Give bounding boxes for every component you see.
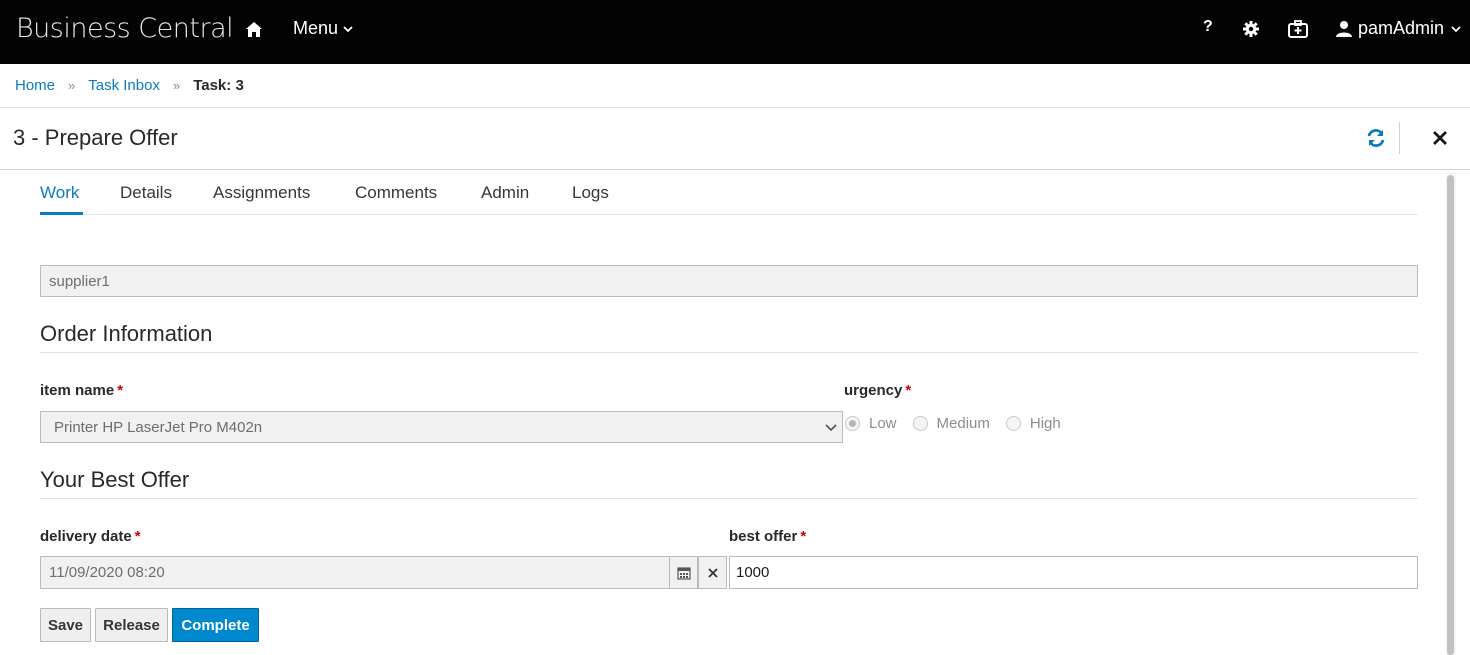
breadcrumb-current: Task: 3 [193, 77, 244, 94]
task-tabs: Work Details Assignments Comments Admin … [40, 170, 1418, 215]
urgency-option-label: High [1029, 415, 1061, 432]
urgency-option-label: Low [869, 415, 897, 432]
section-divider [40, 498, 1418, 499]
tab-admin[interactable]: Admin [481, 183, 529, 203]
urgency-option-high[interactable]: High [1005, 415, 1061, 432]
chevron-down-icon [1451, 25, 1461, 32]
delivery-date-label: delivery date * [40, 528, 141, 545]
help-icon[interactable]: ? [1203, 18, 1213, 36]
best-offer-label-text: best offer [729, 528, 798, 545]
complete-button[interactable]: Complete [172, 608, 259, 642]
required-marker: * [117, 382, 124, 399]
best-offer-input[interactable]: 1000 [729, 556, 1418, 589]
close-icon[interactable] [1429, 127, 1451, 149]
tab-work[interactable]: Work [40, 183, 79, 203]
required-marker: * [800, 528, 807, 545]
breadcrumb-separator-icon: » [172, 78, 181, 93]
urgency-radio-group: Low Medium High [845, 415, 1077, 432]
breadcrumb: Home » Task Inbox » Task: 3 [0, 64, 1470, 108]
urgency-option-medium[interactable]: Medium [912, 415, 990, 432]
brand-logo[interactable]: Business Central [16, 13, 234, 44]
active-tab-indicator [40, 212, 83, 215]
item-name-label-text: item name [40, 382, 115, 399]
best-offer-heading: Your Best Offer [40, 467, 190, 492]
chevron-down-icon [825, 424, 837, 432]
save-button[interactable]: Save [40, 608, 91, 642]
chevron-down-icon [343, 25, 353, 32]
refresh-icon[interactable] [1365, 127, 1387, 149]
breadcrumb-home[interactable]: Home [15, 77, 55, 94]
user-icon [1336, 20, 1352, 37]
clear-date-icon[interactable] [698, 556, 727, 589]
gear-icon[interactable] [1242, 20, 1260, 38]
urgency-option-low[interactable]: Low [845, 415, 897, 432]
delivery-date-input[interactable]: 11/09/2020 08:20 [40, 556, 670, 589]
radio-button[interactable] [1005, 416, 1021, 431]
best-offer-label: best offer * [729, 528, 806, 545]
tab-assignments[interactable]: Assignments [213, 183, 310, 203]
user-menu[interactable]: pamAdmin [1336, 18, 1462, 39]
home-icon[interactable] [244, 20, 264, 40]
urgency-option-label: Medium [936, 415, 990, 432]
menu-label: Menu [293, 18, 339, 38]
tab-details[interactable]: Details [120, 183, 172, 203]
tab-logs[interactable]: Logs [572, 183, 609, 203]
task-title-bar: 3 - Prepare Offer [0, 108, 1470, 170]
item-name-select[interactable]: Printer HP LaserJet Pro M402n [40, 411, 843, 443]
radio-button[interactable] [845, 416, 860, 431]
top-navbar: Business Central Menu ? pamAdmin [0, 0, 1470, 64]
required-marker: * [134, 528, 141, 545]
item-name-label: item name * [40, 382, 123, 399]
order-information-heading: Order Information [40, 321, 213, 346]
tab-comments[interactable]: Comments [355, 183, 437, 203]
breadcrumb-separator-icon: » [68, 78, 76, 93]
required-marker: * [905, 382, 912, 399]
urgency-label: urgency * [844, 382, 911, 399]
urgency-label-text: urgency [844, 382, 903, 399]
breadcrumb-task-inbox[interactable]: Task Inbox [88, 77, 160, 94]
page-title: 3 - Prepare Offer [13, 125, 178, 150]
release-button[interactable]: Release [95, 608, 168, 642]
title-divider [1399, 122, 1400, 154]
item-name-value: Printer HP LaserJet Pro M402n [54, 419, 263, 436]
supplier-field[interactable]: supplier1 [40, 265, 1418, 297]
delivery-date-label-text: delivery date [40, 528, 132, 545]
radio-button[interactable] [912, 416, 928, 431]
calendar-icon[interactable] [669, 556, 698, 589]
menu-dropdown[interactable]: Menu [293, 18, 354, 39]
briefcase-icon[interactable] [1288, 20, 1308, 38]
section-divider [40, 352, 1418, 353]
scrollbar-thumb[interactable] [1447, 175, 1454, 655]
user-name: pamAdmin [1358, 18, 1445, 38]
